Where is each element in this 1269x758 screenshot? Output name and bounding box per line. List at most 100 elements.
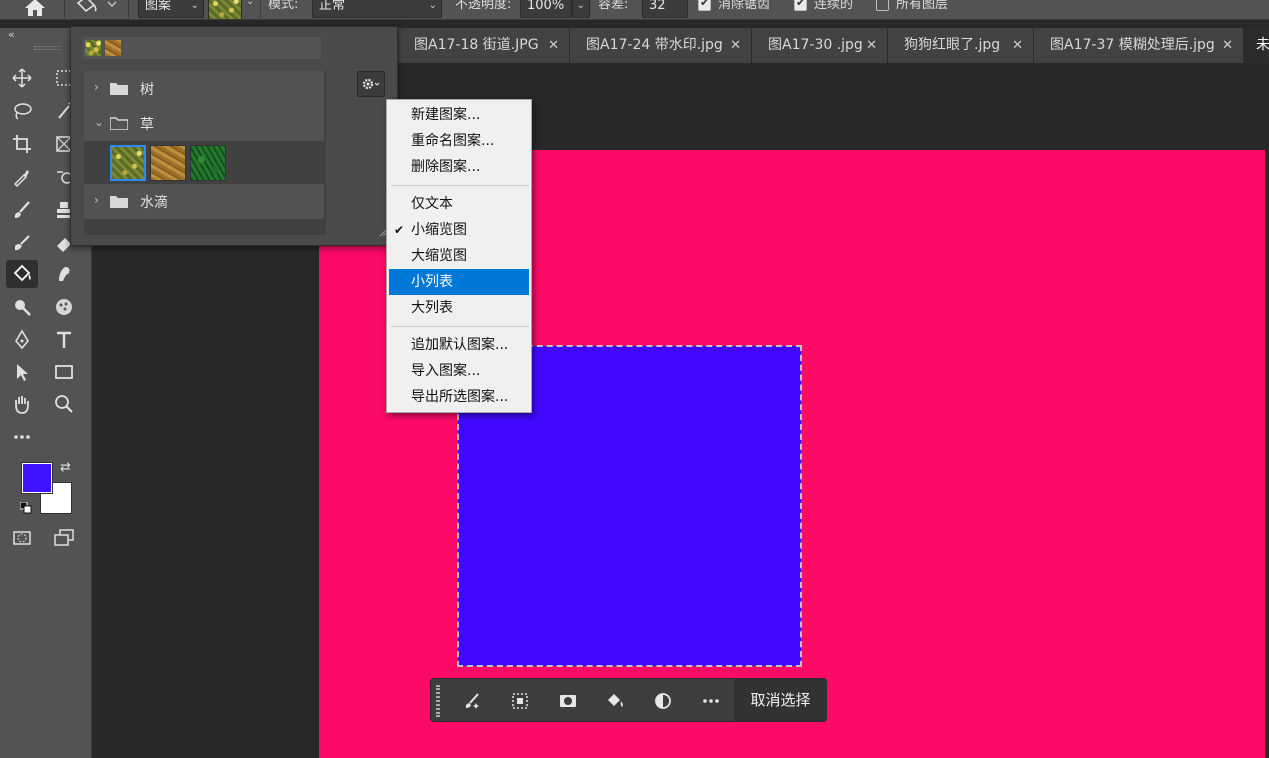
pattern-group-list: › 树 ⌄ 草 › 水滴 (84, 71, 326, 235)
pattern-options-menu: 新建图案... 重命名图案... 删除图案... 仅文本 ✔ 小缩览图 大缩览图 … (386, 99, 532, 413)
more-tools-icon[interactable] (6, 423, 38, 451)
mode-dropdown[interactable]: 正常 ⌄ (312, 0, 442, 18)
divider (128, 0, 129, 19)
foreground-color-swatch[interactable] (21, 462, 53, 494)
hand-tool-icon[interactable] (6, 390, 38, 418)
tab-document-5[interactable]: 图A17-37 模糊处理后.jpg ✕ (1034, 28, 1244, 63)
menu-item-new-pattern[interactable]: 新建图案... (389, 102, 529, 128)
menu-item-rename-pattern[interactable]: 重命名图案... (389, 128, 529, 154)
chevron-down-icon[interactable]: ⌄ (246, 0, 254, 7)
opacity-input[interactable]: 100% (520, 0, 572, 18)
pattern-group-tree[interactable]: › 树 (84, 71, 324, 106)
group-name: 水滴 (140, 195, 168, 211)
close-icon[interactable]: ✕ (1012, 28, 1023, 63)
folder-icon (110, 83, 128, 95)
document-tabs: 图A17-18 街道.JPG ✕ 图A17-24 带水印.jpg ✕ 图A17-30… (398, 28, 1269, 63)
mode-label: 模式: (268, 0, 299, 12)
swap-colors-icon[interactable]: ⇄ (60, 460, 71, 475)
menu-item-export-selected[interactable]: 导出所选图案... (389, 384, 529, 410)
paint-bucket-preset-icon[interactable] (74, 0, 118, 19)
all-layers-checkbox[interactable] (876, 0, 889, 11)
sponge-tool-icon[interactable] (48, 293, 80, 321)
divider (260, 0, 261, 19)
tab-document-active[interactable]: 未 (1244, 28, 1269, 63)
type-tool-icon[interactable] (48, 326, 80, 354)
collapse-panel-icon[interactable]: « (8, 28, 15, 41)
fill-source-dropdown[interactable]: 图案 ⌄ (138, 0, 204, 18)
contiguous-checkbox[interactable] (794, 0, 807, 11)
pattern-group-grass[interactable]: ⌄ 草 (84, 106, 324, 141)
tab-document-2[interactable]: 图A17-24 带水印.jpg ✕ (570, 28, 752, 63)
folder-open-icon (110, 117, 128, 130)
menu-item-large-thumbnail[interactable]: 大缩览图 (389, 243, 529, 269)
close-icon[interactable]: ✕ (866, 28, 877, 63)
group-name: 树 (140, 82, 154, 98)
close-icon[interactable]: ✕ (730, 28, 741, 63)
folder-icon (110, 196, 128, 208)
gear-icon[interactable] (357, 71, 385, 97)
home-icon[interactable] (22, 0, 48, 18)
layer-mask-icon[interactable] (553, 687, 583, 715)
panel-grip[interactable] (34, 46, 60, 50)
divider (64, 0, 65, 19)
lasso-tool-icon[interactable] (6, 97, 38, 125)
pattern-swatch[interactable] (208, 0, 242, 19)
fill-selection-icon[interactable] (600, 687, 630, 715)
chevron-down-icon[interactable]: ⌄ (94, 115, 104, 129)
recent-pattern-swatch[interactable] (105, 40, 121, 56)
path-selection-tool-icon[interactable] (6, 358, 38, 386)
history-brush-tool-icon[interactable] (6, 229, 38, 257)
tolerance-input[interactable]: 32 (642, 0, 688, 18)
rectangle-tool-icon[interactable] (48, 358, 80, 386)
checkmark-icon: ✔ (394, 223, 405, 237)
default-colors-icon[interactable] (19, 501, 32, 514)
screen-mode-icon[interactable] (48, 524, 80, 552)
menu-separator (391, 326, 529, 327)
taskbar-grip[interactable] (436, 685, 440, 717)
options-bar: 图案⌄ ⌄ 模式: 正常⌄ 不透明度: 100% ⌄ 容差: 32 消除锯齿 连… (0, 0, 1269, 20)
move-tool-icon[interactable] (6, 64, 38, 92)
menu-item-small-thumbnail[interactable]: ✔ 小缩览图 (389, 217, 529, 243)
menu-item-delete-pattern[interactable]: 删除图案... (389, 154, 529, 180)
chevron-right-icon[interactable]: › (94, 80, 99, 94)
tab-document-1[interactable]: 图A17-18 街道.JPG ✕ (398, 28, 570, 63)
menu-item-small-list[interactable]: 小列表 (389, 269, 529, 295)
dodge-tool-icon[interactable] (6, 293, 38, 321)
tab-document-3[interactable]: 图A17-30 .jpg ✕ (752, 28, 888, 63)
more-options-icon[interactable] (696, 687, 726, 715)
eyedropper-tool-icon[interactable] (6, 163, 38, 191)
antialias-checkbox[interactable] (698, 0, 711, 11)
tab-document-4[interactable]: 狗狗红眼了.jpg ✕ (888, 28, 1034, 63)
recent-pattern-swatch[interactable] (85, 40, 101, 56)
opacity-dropdown[interactable]: ⌄ (572, 0, 590, 18)
quick-mask-icon[interactable] (6, 524, 38, 552)
deselect-button[interactable]: 取消选择 (734, 679, 827, 721)
all-layers-label: 所有图层 (896, 0, 949, 12)
menu-item-append-default[interactable]: 追加默认图案... (389, 332, 529, 358)
zoom-tool-icon[interactable] (48, 390, 80, 418)
pattern-thumbnail[interactable] (110, 145, 146, 181)
menu-separator (391, 185, 529, 186)
close-icon[interactable]: ✕ (1222, 28, 1233, 63)
pattern-thumbnail[interactable] (190, 145, 226, 181)
chevron-right-icon[interactable]: › (94, 193, 99, 207)
antialias-label: 消除锯齿 (718, 0, 771, 12)
menu-item-large-list[interactable]: 大列表 (389, 295, 529, 321)
pattern-thumbnail[interactable] (150, 145, 186, 181)
smudge-tool-icon[interactable] (48, 260, 80, 288)
pattern-picker-panel: › 树 ⌄ 草 › 水滴 (70, 26, 398, 246)
pen-tool-icon[interactable] (6, 326, 38, 354)
menu-item-text-only[interactable]: 仅文本 (389, 191, 529, 217)
pattern-group-water-drops[interactable]: › 水滴 (84, 184, 324, 219)
modify-selection-icon[interactable] (505, 687, 535, 715)
recent-patterns-bar (83, 37, 321, 59)
group-name: 草 (140, 117, 154, 133)
adjustment-layer-icon[interactable] (648, 687, 678, 715)
close-icon[interactable]: ✕ (548, 28, 559, 63)
menu-item-import-patterns[interactable]: 导入图案... (389, 358, 529, 384)
paint-bucket-tool-icon[interactable] (6, 260, 38, 288)
brush-tool-icon[interactable] (6, 196, 38, 224)
crop-tool-icon[interactable] (6, 130, 38, 158)
generative-fill-icon[interactable] (457, 687, 487, 715)
contextual-task-bar: 取消选择 (430, 678, 827, 722)
